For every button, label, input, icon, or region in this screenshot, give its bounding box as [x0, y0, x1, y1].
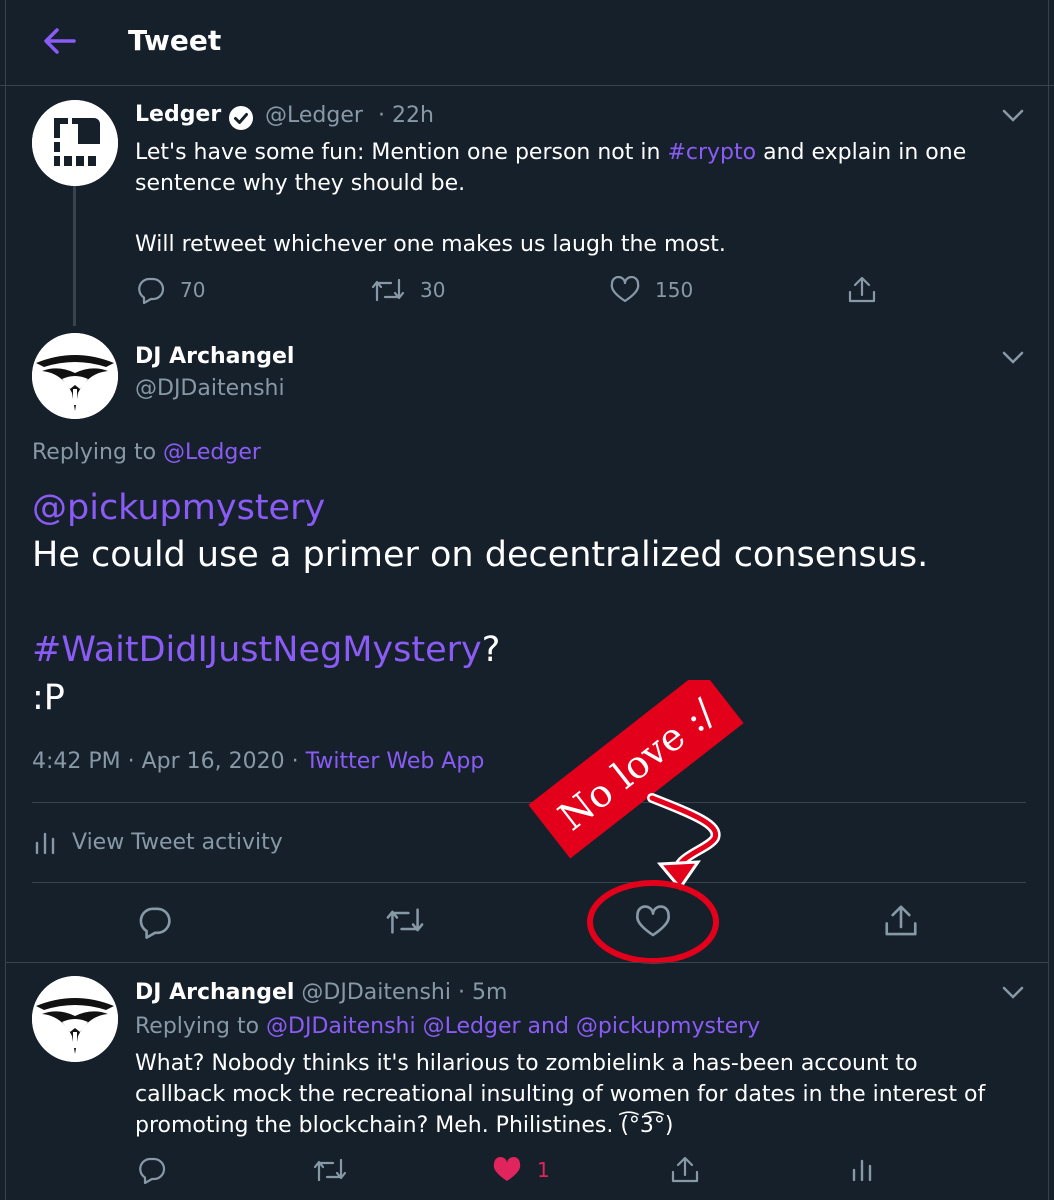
- author-name[interactable]: Ledger: [135, 102, 221, 127]
- tweet-text-line: Will retweet whichever one makes us laug…: [135, 232, 726, 257]
- ledger-avatar[interactable]: [32, 100, 118, 186]
- back-arrow-icon[interactable]: [42, 26, 76, 56]
- like-count: 1: [537, 1158, 550, 1182]
- tweet-text-line: promoting the blockchain? Meh. Philistin…: [135, 1113, 674, 1138]
- heart-filled-icon: [493, 1156, 521, 1181]
- activity-label: View Tweet activity: [72, 830, 283, 855]
- tweet-text: Let's have some fun: Mention one person …: [135, 140, 668, 165]
- view-tweet-activity[interactable]: View Tweet activity: [34, 830, 283, 855]
- tweet-text-line: He could use a primer on decentralized c…: [32, 535, 929, 575]
- mention-link[interactable]: @Ledger: [163, 440, 261, 465]
- dj-archangel-avatar[interactable]: [32, 976, 118, 1062]
- retweet-button[interactable]: 30: [370, 276, 445, 304]
- mention-link[interactable]: @pickupmystery: [32, 488, 325, 528]
- reply-count: 70: [180, 278, 206, 302]
- replying-to: Replying to @DJDaitenshi @Ledger and @pi…: [135, 1014, 760, 1039]
- reply-button[interactable]: [137, 1156, 167, 1184]
- author-name[interactable]: DJ Archangel: [135, 344, 294, 369]
- replying-prefix: Replying to: [32, 440, 164, 465]
- like-button[interactable]: 150: [609, 276, 693, 304]
- heart-icon: [610, 276, 640, 303]
- reply-button[interactable]: [137, 905, 173, 939]
- replying-to: Replying to @Ledger: [32, 440, 261, 465]
- chevron-down-icon[interactable]: [1002, 108, 1024, 122]
- author-handle[interactable]: @DJDaitenshi: [135, 376, 285, 401]
- analytics-icon: [35, 832, 55, 854]
- retweet-icon: [313, 1158, 347, 1182]
- tweet-text-line: :P: [32, 678, 65, 718]
- tweet-text-line: Let's have some fun: Mention one person …: [135, 137, 966, 168]
- tweet-text-line: sentence why they should be.: [135, 171, 466, 196]
- hashtag-link[interactable]: #crypto: [667, 140, 756, 165]
- tweet-text-line: What? Nobody thinks it's hilarious to zo…: [135, 1051, 918, 1076]
- reply-icon: [139, 907, 171, 939]
- annotation-overlay: No love :/: [528, 680, 744, 964]
- share-button[interactable]: [882, 903, 920, 939]
- retweet-button[interactable]: [384, 905, 426, 937]
- chevron-down-icon[interactable]: [1002, 985, 1024, 999]
- source-link[interactable]: Twitter Web App: [306, 749, 485, 774]
- page-title: Tweet: [128, 24, 222, 57]
- page-header: Tweet: [0, 0, 1054, 86]
- tweet-time[interactable]: · 5m: [458, 980, 507, 1005]
- retweet-icon: [371, 278, 405, 302]
- tweet-text-line: callback mock the recreational insulting…: [135, 1082, 986, 1107]
- mention-link[interactable]: @DJDaitenshi @Ledger and @pickupmystery: [266, 1014, 760, 1039]
- annotation-circle: [587, 880, 719, 964]
- share-icon: [885, 905, 917, 936]
- author-handle[interactable]: @DJDaitenshi: [301, 980, 451, 1005]
- analytics-icon: [852, 1159, 872, 1182]
- retweet-count: 30: [420, 278, 446, 302]
- author-handle[interactable]: @Ledger: [265, 103, 363, 128]
- winged-mask-icon: [32, 333, 118, 419]
- share-button[interactable]: [669, 1155, 701, 1185]
- thread-connector: [73, 186, 76, 326]
- replying-prefix: Replying to: [135, 1014, 267, 1039]
- author-name[interactable]: DJ Archangel: [135, 980, 294, 1005]
- share-icon: [848, 276, 876, 303]
- hashtag-link[interactable]: #WaitDidIJustNegMystery: [32, 630, 482, 670]
- timestamp-text[interactable]: 4:42 PM · Apr 16, 2020 ·: [32, 749, 306, 774]
- analytics-button[interactable]: [851, 1157, 873, 1183]
- retweet-icon: [386, 908, 424, 934]
- like-button[interactable]: 1: [491, 1156, 550, 1184]
- tweet-text: and explain in one: [756, 140, 967, 165]
- reply-button[interactable]: 70: [136, 276, 205, 304]
- reply-header: DJ Archangel @DJDaitenshi · 5m: [135, 980, 507, 1005]
- share-button[interactable]: [846, 275, 878, 305]
- tweet-timestamp: 4:42 PM · Apr 16, 2020 · Twitter Web App: [32, 749, 484, 774]
- tweet-text-line: #WaitDidIJustNegMystery?: [32, 630, 500, 670]
- tweet-time[interactable]: · 22h: [378, 103, 434, 128]
- chevron-down-icon[interactable]: [1002, 350, 1024, 364]
- verified-badge-icon: [228, 105, 254, 131]
- divider: [5, 962, 1049, 963]
- reply-icon: [138, 277, 165, 304]
- share-icon: [671, 1156, 699, 1183]
- retweet-button[interactable]: [312, 1156, 348, 1184]
- like-count: 150: [655, 278, 694, 302]
- tweet-text: ?: [481, 630, 501, 670]
- dj-archangel-avatar[interactable]: [32, 333, 118, 419]
- ledger-logo-icon: [32, 100, 118, 186]
- reply-icon: [139, 1157, 166, 1184]
- winged-mask-icon: [32, 976, 118, 1062]
